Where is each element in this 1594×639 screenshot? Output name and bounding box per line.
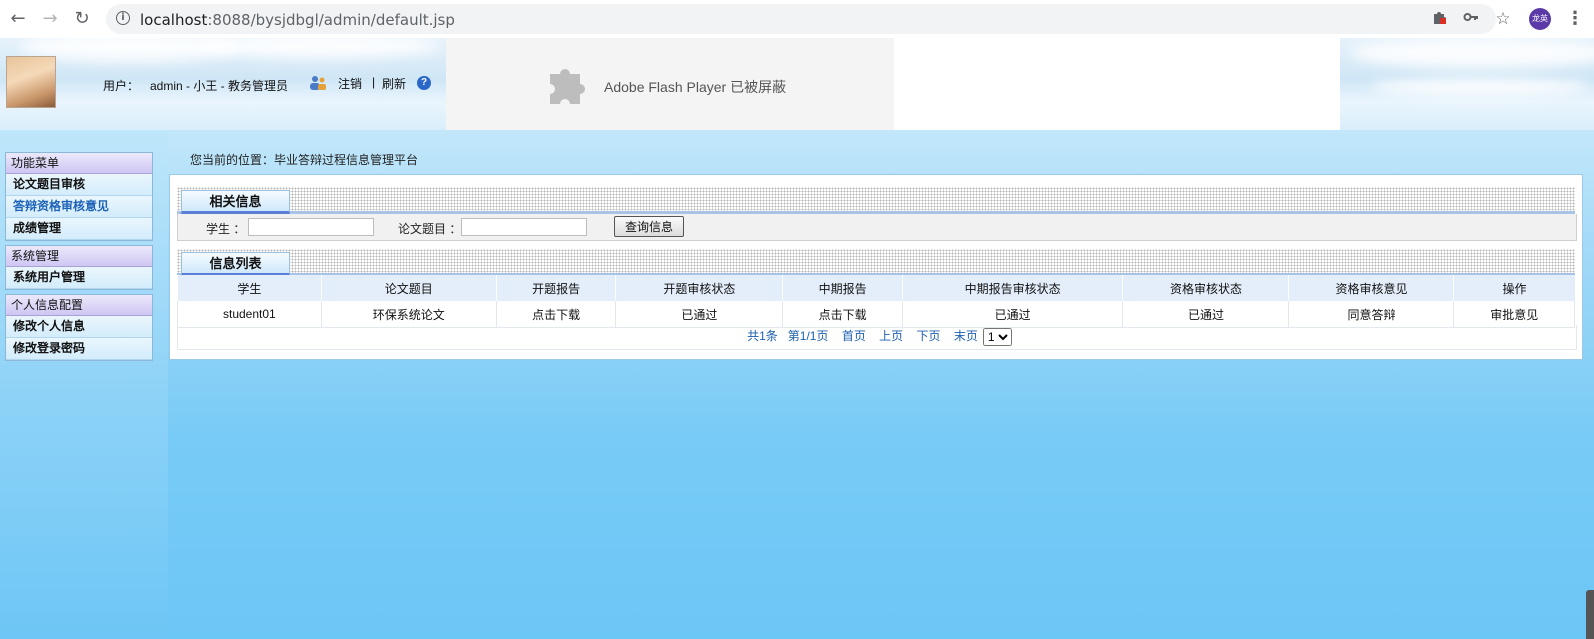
menu-group-system: 系统管理 系统用户管理 [5, 245, 153, 290]
cloud-decoration [1370, 78, 1590, 96]
menu-group-title[interactable]: 功能菜单 [6, 153, 152, 174]
menu-group-personal: 个人信息配置 修改个人信息 修改登录密码 [5, 294, 153, 361]
pager-total: 共1条 [747, 329, 778, 343]
pagination: 共1条 第1/1页 首页 上页 下页 末页 1 [177, 325, 1577, 350]
pager-first-link[interactable]: 首页 [842, 325, 866, 347]
cell-qualification-status: 已通过 [1122, 301, 1290, 328]
user-label: 用户： [103, 79, 140, 93]
proposal-download-link[interactable]: 点击下载 [495, 301, 617, 328]
page-select[interactable]: 1 [982, 327, 1012, 346]
info-list-header: 信息列表 [177, 249, 1575, 276]
cell-student: student01 [177, 301, 322, 328]
search-form: 学生 ： 论文题目 ： 查询信息 [177, 214, 1577, 241]
column-header: 资格审核状态 [1122, 275, 1289, 301]
cloud-decoration [200, 38, 440, 58]
cloud-decoration [1350, 38, 1594, 68]
student-label: 学生 ： [206, 222, 246, 236]
url-path: :8088/bysjdbgl/admin/default.jsp [207, 11, 455, 29]
sidebar-item-defense-qualification[interactable]: 答辩资格审核意见 [6, 196, 152, 218]
forward-icon[interactable]: → [39, 8, 61, 30]
puzzle-piece-icon [546, 62, 590, 106]
banner-blank-area [894, 38, 1340, 130]
user-photo [6, 56, 56, 108]
bookmark-star-icon[interactable]: ☆ [1493, 9, 1513, 29]
help-icon[interactable]: ? [417, 76, 431, 90]
back-icon[interactable]: ← [7, 8, 29, 30]
pager-page: 第1/1页 [787, 329, 829, 343]
logout-link[interactable]: 注销 [338, 75, 362, 92]
column-header: 开题审核状态 [615, 275, 783, 301]
browser-menu-icon[interactable]: ⋮ [1566, 8, 1584, 30]
approve-opinion-link[interactable]: 审批意见 [1453, 301, 1575, 328]
pager-prev-link[interactable]: 上页 [879, 325, 903, 347]
column-header: 论文题目 [320, 275, 497, 301]
menu-group-title[interactable]: 系统管理 [6, 246, 152, 267]
cell-midterm-status: 已通过 [901, 301, 1124, 328]
profile-avatar[interactable]: 龙英 [1529, 8, 1551, 30]
pager-next-link[interactable]: 下页 [917, 325, 941, 347]
users-icon[interactable] [309, 75, 327, 91]
cell-proposal-status: 已通过 [615, 301, 784, 328]
site-info-icon[interactable]: i [116, 11, 130, 25]
student-input[interactable] [248, 218, 374, 236]
column-header: 学生 [177, 275, 322, 301]
related-info-header: 相关信息 [177, 187, 1575, 214]
info-list-title: 信息列表 [181, 252, 290, 276]
sidebar-item-system-users[interactable]: 系统用户管理 [6, 267, 152, 289]
topic-input[interactable] [461, 218, 587, 236]
sidebar-item-grades[interactable]: 成绩管理 [6, 218, 152, 240]
midterm-download-link[interactable]: 点击下载 [782, 301, 903, 328]
related-info-title: 相关信息 [181, 190, 290, 214]
content-panel: 相关信息 学生 ： 论文题目 ： 查询信息 信息列表 学生 论文题目 开题报告 … [169, 174, 1583, 360]
sidebar-item-edit-profile[interactable]: 修改个人信息 [6, 316, 152, 338]
header-separator: | [372, 75, 376, 89]
extension-blocked-icon[interactable] [1429, 9, 1449, 29]
sidebar-item-change-password[interactable]: 修改登录密码 [6, 338, 152, 360]
column-header: 资格审核意见 [1288, 275, 1454, 301]
breadcrumb: 您当前的位置：毕业答辩过程信息管理平台 [190, 153, 419, 167]
table-header-row: 学生 论文题目 开题报告 开题审核状态 中期报告 中期报告审核状态 资格审核状态… [177, 275, 1575, 301]
topic-label: 论文题目 ： [398, 222, 462, 236]
refresh-link[interactable]: 刷新 [382, 75, 406, 92]
reload-icon[interactable]: ↻ [71, 8, 93, 30]
sidebar-menu: 功能菜单 论文题目审核 答辩资格审核意见 成绩管理 系统管理 系统用户管理 个人… [5, 152, 153, 365]
info-table: 学生 论文题目 开题报告 开题审核状态 中期报告 中期报告审核状态 资格审核状态… [177, 275, 1575, 328]
flash-plugin-placeholder[interactable]: Adobe Flash Player 已被屏蔽 [446, 38, 894, 130]
url-text[interactable]: localhost:8088/bysjdbgl/admin/default.js… [140, 11, 455, 29]
key-icon[interactable] [1461, 9, 1481, 29]
browser-toolbar: ← → ↻ i localhost:8088/bysjdbgl/admin/de… [0, 0, 1594, 39]
user-value: admin - 小王 - 教务管理员 [150, 79, 289, 93]
cell-qualification-opinion: 同意答辩 [1288, 301, 1455, 328]
sidebar-item-topic-review[interactable]: 论文题目审核 [6, 174, 152, 196]
column-header: 中期报告 [782, 275, 903, 301]
column-header: 中期报告审核状态 [901, 275, 1123, 301]
menu-group-title[interactable]: 个人信息配置 [6, 295, 152, 316]
url-host: localhost [140, 11, 208, 29]
flash-blocked-text: Adobe Flash Player 已被屏蔽 [604, 79, 787, 95]
scrollbar[interactable] [1586, 590, 1594, 639]
column-header: 开题报告 [495, 275, 616, 301]
address-bar[interactable]: i localhost:8088/bysjdbgl/admin/default.… [106, 4, 1496, 34]
pager-last-link[interactable]: 末页 [954, 325, 978, 347]
search-button[interactable]: 查询信息 [614, 216, 684, 237]
cell-topic: 环保系统论文 [320, 301, 497, 328]
column-header: 操作 [1453, 275, 1575, 301]
table-row: student01 环保系统论文 点击下载 已通过 点击下载 已通过 已通过 同… [177, 301, 1575, 328]
menu-group-functions: 功能菜单 论文题目审核 答辩资格审核意见 成绩管理 [5, 152, 153, 241]
